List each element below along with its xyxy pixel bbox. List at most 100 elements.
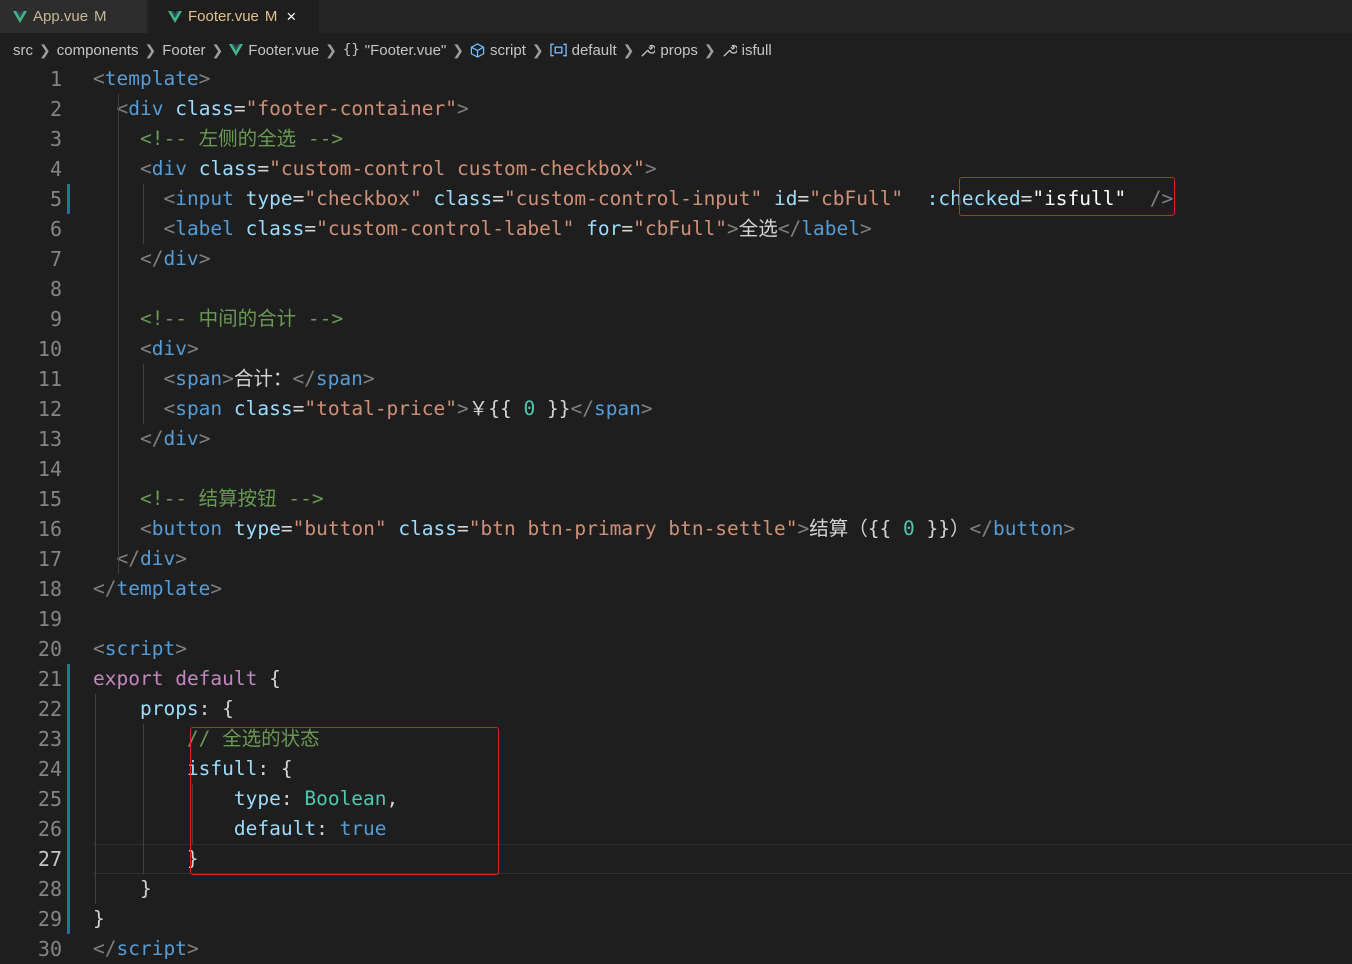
code-line[interactable]: 5 <input type="checkbox" class="custom-c… (0, 184, 1352, 214)
code-token: > (222, 367, 234, 390)
code-token: </ (139, 427, 164, 450)
code-token: </ (93, 937, 117, 960)
chevron-right-icon: ❯ (452, 41, 465, 58)
code-token: </ (93, 577, 117, 600)
breadcrumb-item-object[interactable]: {} "Footer.vue" (343, 42, 446, 59)
code-token: label (175, 217, 234, 240)
breadcrumb-item-default[interactable]: default (549, 41, 617, 59)
code-line[interactable]: 25 type: Boolean, (0, 784, 1352, 814)
breadcrumb-item-props[interactable]: props (640, 42, 698, 59)
code-token: "cbFull" (633, 217, 728, 240)
breadcrumb-item-components[interactable]: components (57, 42, 139, 59)
code-token: = (492, 187, 504, 210)
code-text: </div> (93, 424, 210, 454)
line-number: 16 (37, 517, 62, 541)
code-token: "custom-control-input" (503, 187, 763, 210)
code-token: }} (535, 397, 571, 420)
code-text: <script> (93, 634, 187, 664)
code-line[interactable]: 19 (0, 604, 1352, 634)
code-line[interactable]: 21 export default { (0, 664, 1352, 694)
code-line[interactable]: 6 <label class="custom-control-label" fo… (0, 214, 1352, 244)
line-number: 5 (49, 187, 62, 211)
vue-icon (13, 10, 27, 23)
code-line[interactable]: 14 (0, 454, 1352, 484)
code-editor[interactable]: 30 </script> 29} 28 } 27 } 26 default: true 25… (0, 64, 1352, 962)
wrench-icon (723, 44, 737, 57)
code-text: <!-- 结算按钮 --> (93, 484, 324, 514)
code-line[interactable]: 23 // 全选的状态 (0, 724, 1352, 754)
vue-icon (168, 10, 182, 23)
code-token: class (198, 157, 258, 180)
code-token: </ (969, 517, 993, 540)
close-icon[interactable]: × (286, 8, 296, 25)
code-line[interactable]: 24 isfull: { (0, 754, 1352, 784)
code-line[interactable]: 28 } (0, 874, 1352, 904)
breadcrumb-item-script[interactable]: script (470, 42, 526, 59)
line-number: 12 (37, 397, 62, 421)
code-line[interactable]: 11 <span>合计：</span> (0, 364, 1352, 394)
code-token: < (163, 217, 176, 240)
code-token: default (175, 667, 258, 690)
code-line[interactable]: 15 <!-- 结算按钮 --> (0, 484, 1352, 514)
chevron-right-icon: ❯ (211, 41, 224, 58)
line-number: 22 (37, 697, 62, 721)
code-text: } (93, 904, 105, 934)
code-line[interactable]: 8 (0, 274, 1352, 304)
breadcrumb-label: default (571, 41, 617, 59)
breadcrumb-item-src[interactable]: src (13, 42, 33, 59)
code-line[interactable]: 22 props: { (0, 694, 1352, 724)
breadcrumb-label: isfull (741, 41, 772, 59)
breadcrumb-item-footer[interactable]: Footer (162, 42, 205, 59)
code-line[interactable]: 16 <button type="button" class="btn btn-… (0, 514, 1352, 544)
code-token: class (233, 397, 293, 420)
code-token: > (797, 517, 810, 540)
code-token: class (398, 517, 458, 540)
tab-footer-vue[interactable]: Footer.vue M × (149, 0, 319, 33)
code-line[interactable]: 1 <template> (0, 64, 1352, 94)
breadcrumb-item-footer-vue[interactable]: Footer.vue (229, 42, 319, 59)
code-line[interactable]: 17 </div> (0, 544, 1352, 574)
code-token: div (163, 247, 199, 270)
code-token: = (304, 217, 317, 240)
code-token: = (233, 97, 246, 120)
code-text: } (93, 874, 152, 904)
code-token: template (104, 67, 199, 90)
code-token: : (280, 787, 305, 810)
code-token: > (175, 547, 187, 570)
line-number: 14 (37, 457, 62, 481)
line-number: 29 (37, 907, 62, 931)
code-token: 结算（{{ (809, 517, 903, 540)
code-token: = (280, 517, 293, 540)
breadcrumb-item-isfull[interactable]: isfull (722, 42, 772, 59)
code-line[interactable]: 12 <span class="total-price">￥{{ 0 }}</s… (0, 394, 1352, 424)
code-line[interactable]: 3 <!-- 左侧的全选 --> (0, 124, 1352, 154)
code-token: } (93, 907, 105, 930)
code-line[interactable]: 7 </div> (0, 244, 1352, 274)
code-token: type (233, 787, 281, 810)
code-line[interactable]: 9 <!-- 中间的合计 --> (0, 304, 1352, 334)
code-line[interactable]: 29} (0, 904, 1352, 934)
code-token: id (774, 187, 798, 210)
code-line[interactable]: 2 <div class="footer-container"> (0, 94, 1352, 124)
code-line[interactable]: 27 } (0, 844, 1352, 874)
code-line[interactable]: 20 <script> (0, 634, 1352, 664)
code-token: label (801, 217, 860, 240)
tab-app-vue[interactable]: App.vue M (0, 0, 146, 33)
breadcrumb-label: props (660, 41, 698, 59)
code-line[interactable]: 26 default: true (0, 814, 1352, 844)
code-text: } (93, 844, 199, 874)
code-token: </ (570, 397, 594, 420)
code-text: <!-- 左侧的全选 --> (93, 124, 343, 154)
code-line[interactable]: 30 </script> (0, 934, 1352, 964)
code-line[interactable]: 13 </div> (0, 424, 1352, 454)
code-line[interactable]: 4 <div class="custom-control custom-chec… (0, 154, 1352, 184)
code-line[interactable]: 10 <div> (0, 334, 1352, 364)
code-token: > (186, 937, 199, 960)
code-token: isfull (186, 757, 258, 780)
code-line[interactable]: 18 </template> (0, 574, 1352, 604)
